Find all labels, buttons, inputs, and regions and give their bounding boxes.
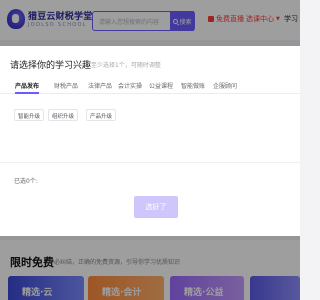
interest-tabs: 产品发布 财税产品 法律产品 会计实操 公益课程 智能做账 企服顾问 (0, 76, 300, 94)
submit-button[interactable]: 选好了 (134, 196, 178, 218)
tab-product-release[interactable]: 产品发布 (15, 81, 39, 90)
modal-title: 请选择你的学习兴趣 (10, 61, 92, 71)
tab-enterprise-advisor[interactable]: 企服顾问 (213, 81, 237, 90)
tab-public-courses[interactable]: 公益课程 (149, 81, 173, 90)
tag-smart-upgrade[interactable]: 智能升级 (14, 109, 45, 121)
active-tab-indicator (15, 92, 39, 94)
tag-org-upgrade[interactable]: 组织升级 (48, 109, 79, 121)
tab-smart-bookkeeping[interactable]: 智能做账 (181, 81, 205, 90)
selected-count-label: 已选0个: (14, 178, 38, 185)
modal-hint: 至少选择1个，可随时调整 (91, 62, 161, 69)
tab-legal-products[interactable]: 法律产品 (88, 81, 112, 90)
tag-product-upgrade[interactable]: 产品升级 (86, 109, 117, 121)
interest-modal: 请选择你的学习兴趣 至少选择1个，可随时调整 产品发布 财税产品 法律产品 会计… (0, 46, 300, 236)
tab-tax-products[interactable]: 财税产品 (54, 81, 78, 90)
divider (0, 162, 300, 163)
tab-accounting-practice[interactable]: 会计实操 (118, 81, 142, 90)
